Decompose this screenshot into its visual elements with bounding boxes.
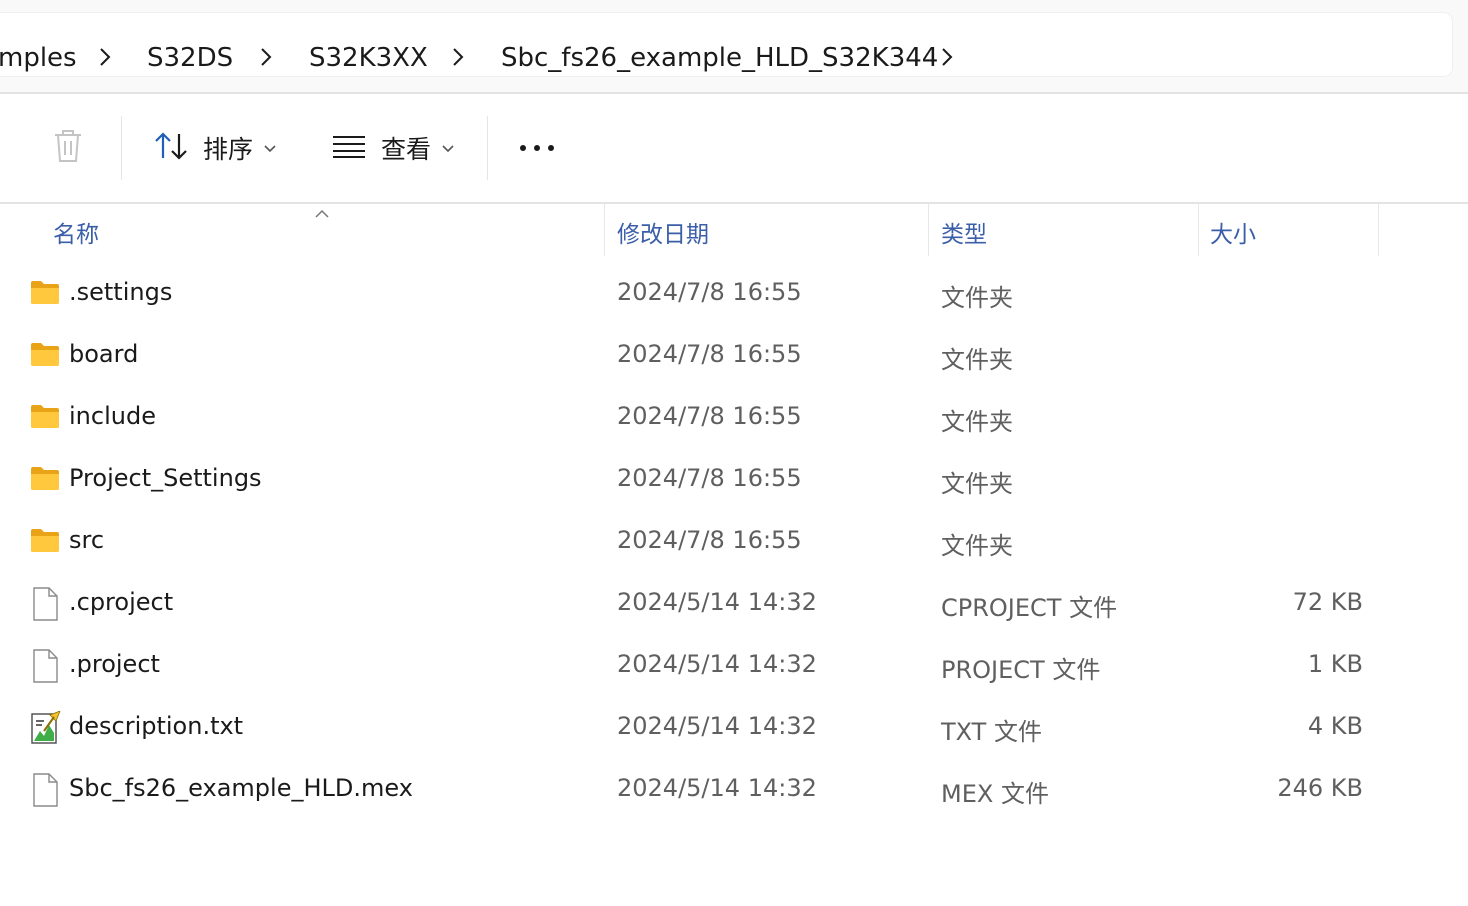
file-type: MEX 文件 <box>941 780 1049 808</box>
folder-icon <box>30 401 60 435</box>
file-type: PROJECT 文件 <box>941 656 1101 684</box>
sort-ascending-icon <box>314 204 330 223</box>
chevron-down-icon <box>441 139 455 158</box>
table-row[interactable]: board 2024/7/8 16:55 文件夹 <box>0 326 1468 388</box>
chevron-down-icon <box>263 139 277 158</box>
table-row[interactable]: include 2024/7/8 16:55 文件夹 <box>0 388 1468 450</box>
folder-icon <box>30 339 60 373</box>
breadcrumb-item-samples[interactable]: mples <box>0 41 77 75</box>
file-name: Sbc_fs26_example_HLD.mex <box>69 774 413 802</box>
file-size: 1 KB <box>1307 650 1363 678</box>
view-label: 查看 <box>381 135 432 164</box>
file-size: 4 KB <box>1307 712 1363 740</box>
table-row[interactable]: .cproject 2024/5/14 14:32 CPROJECT 文件 72 KB <box>0 574 1468 636</box>
folder-icon <box>30 277 60 311</box>
more-options-button[interactable] <box>518 118 556 178</box>
folder-icon <box>30 463 60 497</box>
chevron-right-icon[interactable] <box>940 45 954 69</box>
column-header-name[interactable]: 名称 <box>53 215 99 249</box>
column-divider[interactable] <box>928 204 929 256</box>
file-icon <box>30 649 60 683</box>
chevron-right-icon[interactable] <box>451 45 465 69</box>
file-name: .settings <box>69 278 173 306</box>
breadcrumb-item-s32k3xx[interactable]: S32K3XX <box>309 41 428 75</box>
breadcrumb-item-current-folder[interactable]: Sbc_fs26_example_HLD_S32K344 <box>501 41 938 75</box>
file-type: 文件夹 <box>941 346 1013 374</box>
file-modified-date: 2024/5/14 14:32 <box>617 712 817 740</box>
file-type: 文件夹 <box>941 470 1013 498</box>
file-modified-date: 2024/5/14 14:32 <box>617 650 817 678</box>
file-name: board <box>69 340 139 368</box>
folder-icon <box>30 525 60 559</box>
file-modified-date: 2024/5/14 14:32 <box>617 774 817 802</box>
file-icon <box>30 773 60 807</box>
file-name: .project <box>69 650 160 678</box>
file-icon <box>30 587 60 621</box>
file-size: 246 KB <box>1277 774 1363 802</box>
sort-label: 排序 <box>203 135 254 164</box>
file-type: 文件夹 <box>941 284 1013 312</box>
table-row[interactable]: description.txt 2024/5/14 14:32 TXT 文件 4 KB <box>0 698 1468 760</box>
toolbar-separator <box>121 116 122 180</box>
chevron-right-icon[interactable] <box>259 45 273 69</box>
file-name: include <box>69 402 156 430</box>
file-size: 72 KB <box>1292 588 1363 616</box>
file-type: 文件夹 <box>941 532 1013 560</box>
file-modified-date: 2024/7/8 16:55 <box>617 526 802 554</box>
file-name: .cproject <box>69 588 174 616</box>
file-modified-date: 2024/7/8 16:55 <box>617 278 802 306</box>
file-name: description.txt <box>69 712 244 740</box>
column-divider[interactable] <box>1378 204 1379 256</box>
file-name: src <box>69 526 105 554</box>
table-row[interactable]: .settings 2024/7/8 16:55 文件夹 <box>0 264 1468 326</box>
toolbar-separator <box>487 116 488 180</box>
column-header-size[interactable]: 大小 <box>1210 215 1256 249</box>
file-modified-date: 2024/7/8 16:55 <box>617 340 802 368</box>
file-type: TXT 文件 <box>941 718 1042 746</box>
column-header-modified[interactable]: 修改日期 <box>617 215 709 249</box>
sort-button[interactable]: 排序 <box>153 118 277 178</box>
column-divider[interactable] <box>604 204 605 256</box>
breadcrumb[interactable]: mples S32DS S32K3XX Sbc_fs26_example_HLD… <box>0 13 1452 76</box>
column-header-row: 名称 修改日期 类型 大小 <box>0 204 1468 256</box>
table-row[interactable]: src 2024/7/8 16:55 文件夹 <box>0 512 1468 574</box>
trash-icon <box>50 126 86 170</box>
table-row[interactable]: Sbc_fs26_example_HLD.mex 2024/5/14 14:32 M… <box>0 760 1468 822</box>
sort-arrows-icon <box>153 130 189 166</box>
table-row[interactable]: Project_Settings 2024/7/8 16:55 文件夹 <box>0 450 1468 512</box>
column-header-type[interactable]: 类型 <box>941 215 987 249</box>
more-icon <box>518 139 556 158</box>
command-toolbar: 排序 查看 <box>0 94 1468 202</box>
table-row[interactable]: .project 2024/5/14 14:32 PROJECT 文件 1 KB <box>0 636 1468 698</box>
file-type: 文件夹 <box>941 408 1013 436</box>
file-modified-date: 2024/7/8 16:55 <box>617 464 802 492</box>
text-file-icon <box>30 710 61 745</box>
breadcrumb-item-s32ds[interactable]: S32DS <box>147 41 233 75</box>
file-name: Project_Settings <box>69 464 262 492</box>
delete-button[interactable] <box>50 118 86 178</box>
chevron-right-icon[interactable] <box>98 45 112 69</box>
list-view-icon <box>331 132 367 164</box>
view-button[interactable]: 查看 <box>331 118 455 178</box>
file-modified-date: 2024/7/8 16:55 <box>617 402 802 430</box>
file-modified-date: 2024/5/14 14:32 <box>617 588 817 616</box>
file-type: CPROJECT 文件 <box>941 594 1118 622</box>
column-divider[interactable] <box>1198 204 1199 256</box>
